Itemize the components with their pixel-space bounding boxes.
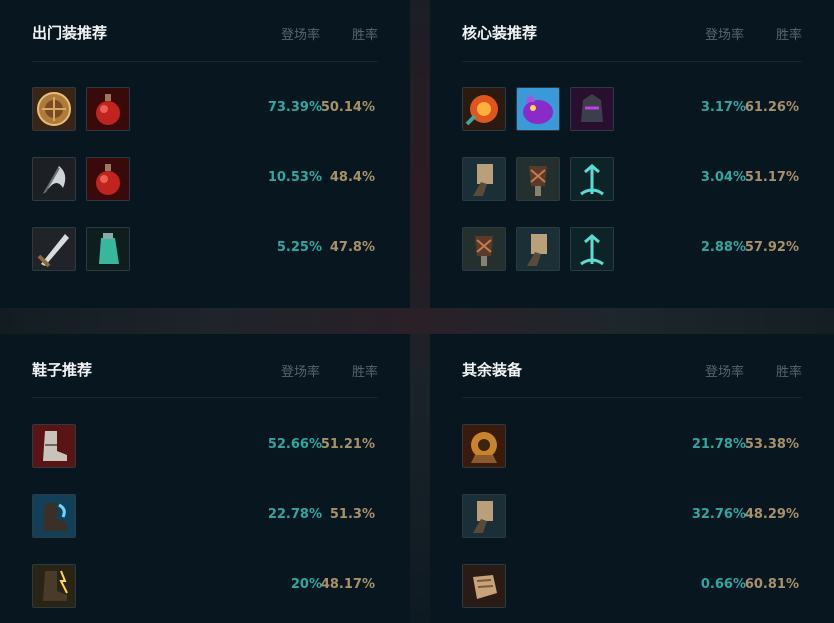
boots-panel: 鞋子推荐 登场率 胜率 52.66% 51.21% 22.78% 51.3% 2…: [0, 334, 410, 623]
win-rate: 50.14%: [320, 100, 375, 115]
pick-rate: 32.76%: [691, 507, 746, 522]
dark-helm-icon[interactable]: [570, 87, 614, 131]
teal-trident-icon[interactable]: [570, 227, 614, 271]
hammer-gauntlet-icon[interactable]: [462, 157, 506, 201]
pick-rate: 3.04%: [700, 170, 746, 185]
plated-boots-icon[interactable]: [32, 424, 76, 468]
panel-title: 出门装推荐: [32, 24, 108, 42]
pick-rate-header: 登场率: [280, 28, 320, 43]
build-row: 10.53% 48.4%: [32, 157, 378, 201]
sunfire-cape-icon[interactable]: [462, 87, 506, 131]
refillable-potion-icon[interactable]: [86, 227, 130, 271]
long-sword-icon[interactable]: [32, 227, 76, 271]
pick-rate: 5.25%: [276, 240, 322, 255]
pick-rate-header: 登场率: [280, 365, 320, 380]
build-row: 21.78% 53.38%: [462, 424, 802, 468]
build-row: 5.25% 47.8%: [32, 227, 378, 271]
core-items-panel: 核心装推荐 登场率 胜率 3.17% 61.26% 3.04% 51.17% 2…: [430, 0, 834, 308]
black-cleaver-icon[interactable]: [516, 157, 560, 201]
pick-rate: 10.53%: [267, 170, 322, 185]
win-rate: 57.92%: [744, 240, 799, 255]
pick-rate: 21.78%: [691, 437, 746, 452]
panel-header: 其余装备 登场率 胜率: [462, 334, 802, 398]
win-rate-header: 胜率: [351, 28, 378, 43]
win-rate: 51.21%: [320, 437, 375, 452]
panel-title: 鞋子推荐: [32, 361, 93, 379]
build-row: 32.76% 48.29%: [462, 494, 802, 538]
build-row: 52.66% 51.21%: [32, 424, 378, 468]
gold-armor-icon[interactable]: [462, 424, 506, 468]
build-row: 22.78% 51.3%: [32, 494, 378, 538]
hammer-gauntlet-icon[interactable]: [516, 227, 560, 271]
win-rate: 61.26%: [744, 100, 799, 115]
stone-fist-icon[interactable]: [462, 564, 506, 608]
build-row: 3.04% 51.17%: [462, 157, 802, 201]
win-rate-header: 胜率: [351, 365, 378, 380]
other-items-panel: 其余装备 登场率 胜率 21.78% 53.38% 32.76% 48.29% …: [430, 334, 834, 623]
win-rate: 48.4%: [329, 170, 375, 185]
win-rate: 48.29%: [744, 507, 799, 522]
scythe-blade-icon[interactable]: [32, 157, 76, 201]
doran-shield-icon[interactable]: [32, 87, 76, 131]
purple-beast-icon[interactable]: [516, 87, 560, 131]
win-rate: 47.8%: [329, 240, 375, 255]
teal-trident-icon[interactable]: [570, 157, 614, 201]
build-row: 3.17% 61.26%: [462, 87, 802, 131]
pick-rate: 52.66%: [267, 437, 322, 452]
build-row: 20% 48.17%: [32, 564, 378, 608]
panel-title: 核心装推荐: [462, 24, 538, 42]
panel-header: 出门装推荐 登场率 胜率: [32, 0, 378, 62]
win-rate-header: 胜率: [775, 365, 802, 380]
win-rate: 51.17%: [744, 170, 799, 185]
black-cleaver-icon[interactable]: [462, 227, 506, 271]
background-seam-horizontal: [0, 308, 834, 334]
pick-rate: 3.17%: [700, 100, 746, 115]
pick-rate: 2.88%: [700, 240, 746, 255]
swift-boots-icon[interactable]: [32, 564, 76, 608]
pick-rate: 0.66%: [700, 577, 746, 592]
win-rate: 48.17%: [320, 577, 375, 592]
pick-rate: 22.78%: [267, 507, 322, 522]
win-rate: 53.38%: [744, 437, 799, 452]
mercury-boots-icon[interactable]: [32, 494, 76, 538]
panel-title: 其余装备: [462, 361, 523, 379]
build-row: 73.39% 50.14%: [32, 87, 378, 131]
build-row: 2.88% 57.92%: [462, 227, 802, 271]
pick-rate: 73.39%: [267, 100, 322, 115]
panel-header: 核心装推荐 登场率 胜率: [462, 0, 802, 62]
pick-rate-header: 登场率: [704, 365, 744, 380]
win-rate: 60.81%: [744, 577, 799, 592]
win-rate-header: 胜率: [775, 28, 802, 43]
hammer-gauntlet-icon[interactable]: [462, 494, 506, 538]
health-potion-icon[interactable]: [86, 87, 130, 131]
starting-items-panel: 出门装推荐 登场率 胜率 73.39% 50.14% 10.53% 48.4%: [0, 0, 410, 308]
win-rate: 51.3%: [329, 507, 375, 522]
build-row: 0.66% 60.81%: [462, 564, 802, 608]
pick-rate: 20%: [290, 577, 322, 592]
health-potion-icon[interactable]: [86, 157, 130, 201]
panel-header: 鞋子推荐 登场率 胜率: [32, 334, 378, 398]
pick-rate-header: 登场率: [704, 28, 744, 43]
